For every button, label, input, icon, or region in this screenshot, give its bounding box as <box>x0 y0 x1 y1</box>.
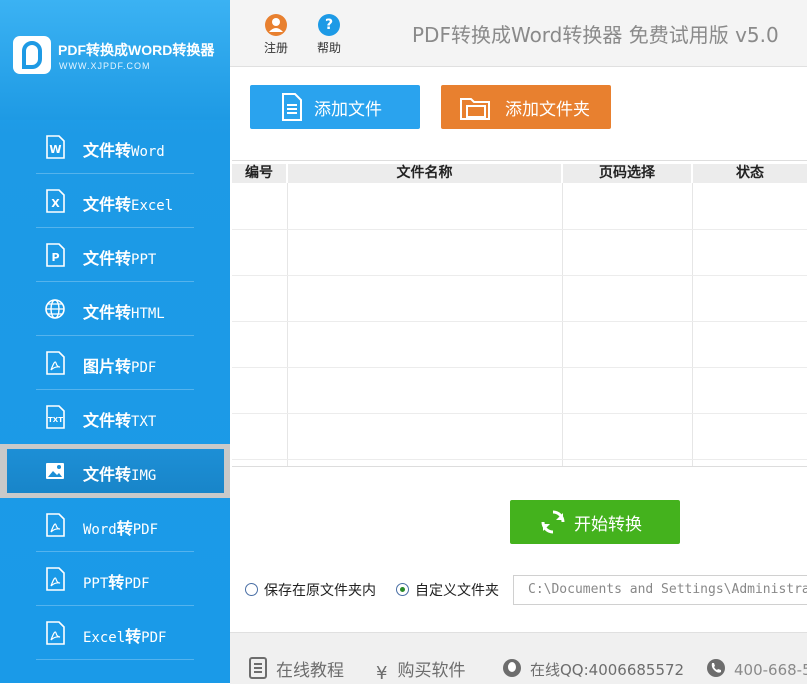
app-logo-icon <box>13 36 51 74</box>
buy-software-link[interactable]: ¥ 购买软件 <box>376 656 465 684</box>
menu-item-label: 文件转HTML <box>83 303 165 322</box>
pdf-doc-icon <box>46 351 65 375</box>
menu-item-label: 文件转TXT <box>83 411 157 430</box>
pdf-doc-icon <box>46 513 65 537</box>
file-icon <box>282 93 302 121</box>
start-convert-button[interactable]: 开始转换 <box>510 500 680 544</box>
pdf-doc-icon <box>46 621 65 645</box>
online-qq-label: 在线QQ:4006685572 <box>530 661 685 679</box>
menu-item-excel-to-pdf[interactable]: Excel转PDF <box>0 606 230 660</box>
start-convert-label: 开始转换 <box>574 515 642 535</box>
phone-icon <box>707 659 725 677</box>
online-tutorial-label: 在线教程 <box>276 661 344 681</box>
menu-item-word[interactable]: W 文件转Word <box>0 120 230 174</box>
svg-text:P: P <box>51 251 59 264</box>
pdf-doc-icon <box>46 567 65 591</box>
help-label: 帮助 <box>316 41 341 55</box>
add-file-label: 添加文件 <box>314 100 382 120</box>
radio-on-icon <box>396 583 409 596</box>
app-title: PDF转换成Word转换器 免费试用版 v5.0 <box>412 23 779 47</box>
svg-text:TXT: TXT <box>48 416 63 424</box>
image-icon <box>46 463 64 479</box>
menu-item-ppt-to-pdf[interactable]: PPT转PDF <box>0 552 230 606</box>
menu-item-label: Excel转PDF <box>83 627 167 646</box>
phone-label: 400-668-5572 <box>734 661 807 679</box>
sidebar: PDF转换成WORD转换器 WWW.XJPDF.COM W 文件转Word X 文件转… <box>0 0 230 683</box>
keep-original-radio[interactable]: 保存在原文件夹内 <box>245 580 376 600</box>
col-header-number: 编号 <box>232 164 287 183</box>
svg-text:X: X <box>51 197 60 210</box>
file-table: 编号 文件名称 页码选择 状态 <box>232 160 807 467</box>
refresh-icon <box>541 510 565 534</box>
col-header-status: 状态 <box>693 164 807 183</box>
col-header-filename: 文件名称 <box>288 164 562 183</box>
footer-bar: 在线教程 ¥ 购买软件 在线QQ:4006685572 400-668-5572 <box>230 632 807 684</box>
user-icon <box>265 14 287 36</box>
menu-item-label: 文件转IMG <box>83 465 157 484</box>
help-icon: ? <box>318 14 340 36</box>
conversion-menu: W 文件转Word X 文件转Excel P 文件转PPT 文件转HTML 图片转PDF TXT… <box>0 120 230 660</box>
menu-item-label: PPT转PDF <box>83 573 150 592</box>
menu-item-label: 文件转PPT <box>83 249 157 268</box>
ppt-doc-icon: P <box>46 243 65 267</box>
menu-item-label: 图片转PDF <box>83 357 157 376</box>
phone-link[interactable]: 400-668-5572 <box>706 658 807 679</box>
menu-item-label: 文件转Word <box>83 141 165 160</box>
add-file-button[interactable]: 添加文件 <box>250 85 420 129</box>
folder-icon <box>460 98 490 120</box>
add-folder-label: 添加文件夹 <box>505 100 590 120</box>
menu-item-label: 文件转Excel <box>83 195 174 214</box>
table-header: 编号 文件名称 页码选择 状态 <box>232 164 807 184</box>
radio-off-icon <box>245 583 258 596</box>
document-icon <box>249 657 267 679</box>
menu-item-excel[interactable]: X 文件转Excel <box>0 174 230 228</box>
menu-item-label: Word转PDF <box>83 519 159 538</box>
menu-item-txt[interactable]: TXT 文件转TXT <box>0 390 230 444</box>
keep-original-label: 保存在原文件夹内 <box>264 583 376 599</box>
menu-item-word-to-pdf[interactable]: Word转PDF <box>0 498 230 552</box>
top-bar: 注册 ? 帮助 PDF转换成Word转换器 免费试用版 v5.0 <box>230 0 807 67</box>
menu-item-html[interactable]: 文件转HTML <box>0 282 230 336</box>
output-path-input[interactable]: C:\Documents and Settings\Administrator <box>513 575 807 605</box>
online-tutorial-link[interactable]: 在线教程 <box>248 656 344 681</box>
buy-software-label: 购买软件 <box>397 661 466 681</box>
register-button[interactable]: 注册 <box>256 14 296 56</box>
brand-name: PDF转换成WORD转换器 <box>58 42 215 58</box>
svg-text:W: W <box>49 143 61 156</box>
word-doc-icon: W <box>46 135 65 159</box>
globe-icon <box>45 299 65 319</box>
custom-folder-radio[interactable]: 自定义文件夹 <box>396 580 499 600</box>
help-button[interactable]: ? 帮助 <box>309 14 349 56</box>
yen-icon: ¥ <box>376 663 388 684</box>
excel-doc-icon: X <box>46 189 65 213</box>
txt-doc-icon: TXT <box>46 405 65 429</box>
brand-header: PDF转换成WORD转换器 WWW.XJPDF.COM <box>0 0 230 120</box>
custom-folder-label: 自定义文件夹 <box>415 583 499 599</box>
online-qq-link[interactable]: 在线QQ:4006685572 <box>502 658 684 680</box>
menu-item-pdf[interactable]: 图片转PDF <box>0 336 230 390</box>
menu-item-ppt[interactable]: P 文件转PPT <box>0 228 230 282</box>
menu-item-img[interactable]: 文件转IMG <box>0 444 230 498</box>
col-header-pages: 页码选择 <box>563 164 692 183</box>
qq-icon <box>503 659 521 677</box>
brand-url: WWW.XJPDF.COM <box>59 61 151 71</box>
add-folder-button[interactable]: 添加文件夹 <box>441 85 611 129</box>
register-label: 注册 <box>263 41 288 55</box>
